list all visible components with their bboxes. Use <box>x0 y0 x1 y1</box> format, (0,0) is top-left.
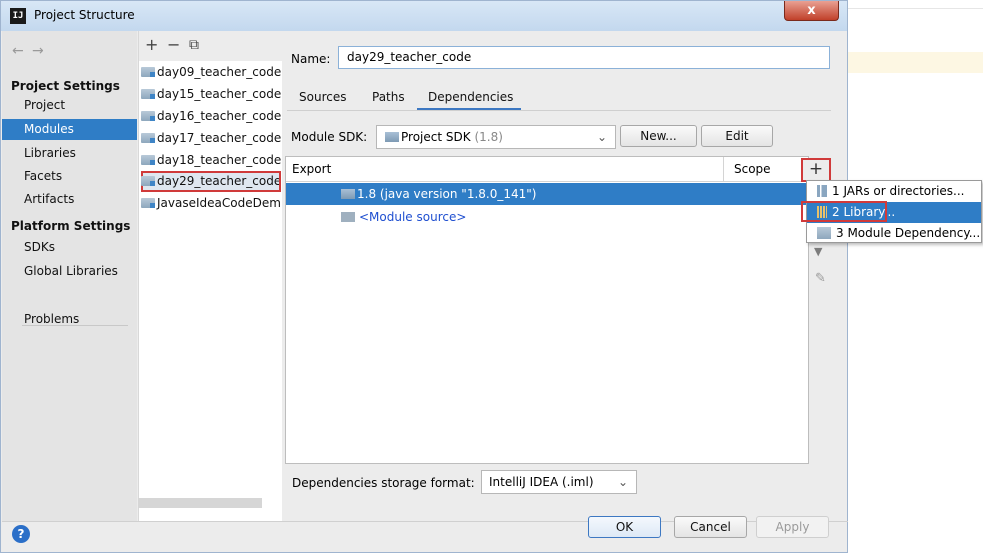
remove-module-icon[interactable]: − <box>167 35 180 54</box>
module-folder-icon <box>141 198 155 208</box>
intellij-icon: IJ <box>10 8 26 24</box>
module-folder-icon <box>141 111 155 121</box>
forward-arrow-icon[interactable]: → <box>32 43 44 59</box>
module-list-scrollbar[interactable] <box>138 498 262 508</box>
nav-item-project[interactable]: Project <box>2 95 137 116</box>
nav-item-libraries[interactable]: Libraries <box>2 143 137 164</box>
chevron-down-icon: ⌄ <box>617 475 628 489</box>
module-folder-icon <box>817 227 831 239</box>
add-module-icon[interactable]: + <box>145 35 158 54</box>
back-arrow-icon[interactable]: ← <box>12 43 24 59</box>
jdk-folder-icon <box>341 189 355 199</box>
active-tab-indicator <box>417 108 521 110</box>
module-folder-icon <box>141 155 155 165</box>
table-row-jdk[interactable]: 1.8 (java version "1.8.0_141") <box>286 183 808 205</box>
module-folder-icon <box>141 176 155 186</box>
table-row-module-source[interactable]: <Module source> <box>286 206 808 228</box>
tab-dependencies[interactable]: Dependencies <box>428 90 513 104</box>
chevron-down-icon: ⌄ <box>596 130 607 144</box>
copy-module-icon[interactable]: ⧉ <box>189 37 199 53</box>
tab-divider <box>287 110 831 111</box>
ok-button[interactable]: OK <box>588 516 661 538</box>
module-item[interactable]: day09_teacher_code <box>141 62 281 83</box>
dependencies-table: Export Scope 1.8 (java version "1.8.0_14… <box>285 156 809 464</box>
module-item[interactable]: day15_teacher_code <box>141 84 281 105</box>
source-folder-icon <box>341 212 355 222</box>
project-settings-heading: Project Settings <box>11 79 120 93</box>
column-header-export[interactable]: Export <box>286 157 724 182</box>
nav-item-modules[interactable]: Modules <box>2 119 137 140</box>
platform-settings-heading: Platform Settings <box>11 219 131 233</box>
module-item[interactable]: day16_teacher_code <box>141 106 281 127</box>
module-item[interactable]: JavaseIdeaCodeDemo <box>141 193 281 214</box>
move-down-icon[interactable]: ▼ <box>814 245 822 258</box>
module-folder-icon <box>141 67 155 77</box>
title-bar: IJ Project Structure x <box>1 1 847 31</box>
pencil-icon[interactable]: ✎ <box>815 271 826 286</box>
tab-sources[interactable]: Sources <box>299 90 346 104</box>
settings-nav: ← → Project Settings Project Modules Lib… <box>2 31 137 521</box>
module-item[interactable]: day17_teacher_code <box>141 128 281 149</box>
sdk-folder-icon <box>385 132 399 142</box>
add-dependency-button[interactable]: + <box>801 158 831 182</box>
jar-icon <box>817 185 827 197</box>
storage-format-label: Dependencies storage format: <box>292 476 475 490</box>
background-divider <box>848 8 983 9</box>
edit-sdk-button[interactable]: Edit <box>701 125 773 147</box>
column-header-scope[interactable]: Scope <box>724 157 809 182</box>
module-list: + − ⧉ day09_teacher_code day15_teacher_c… <box>138 31 283 521</box>
module-sdk-label: Module SDK: <box>291 130 368 144</box>
module-item-selected[interactable]: day29_teacher_code <box>141 171 281 192</box>
close-button[interactable]: x <box>784 1 839 21</box>
library-highlight-box <box>801 201 887 222</box>
menu-item-module-dependency[interactable]: 3 Module Dependency... <box>807 223 981 244</box>
window-title: Project Structure <box>34 8 135 22</box>
module-item[interactable]: day18_teacher_code <box>141 150 281 171</box>
project-structure-dialog: IJ Project Structure x ← → Project Setti… <box>0 0 848 553</box>
nav-item-facets[interactable]: Facets <box>2 166 137 187</box>
module-folder-icon <box>141 89 155 99</box>
module-name-input[interactable]: day29_teacher_code <box>338 46 830 69</box>
nav-item-problems[interactable]: Problems <box>2 309 137 330</box>
new-sdk-button[interactable]: New... <box>620 125 697 147</box>
module-folder-icon <box>141 133 155 143</box>
module-sdk-select[interactable]: Project SDK (1.8) ⌄ <box>376 125 616 149</box>
help-icon[interactable]: ? <box>12 525 30 543</box>
tab-paths[interactable]: Paths <box>372 90 405 104</box>
menu-item-jars[interactable]: 1 JARs or directories... <box>807 181 981 202</box>
storage-format-select[interactable]: IntelliJ IDEA (.iml) ⌄ <box>481 470 637 494</box>
nav-item-global-libraries[interactable]: Global Libraries <box>2 261 137 282</box>
cancel-button[interactable]: Cancel <box>674 516 747 538</box>
module-toolbar: + − ⧉ <box>139 31 283 61</box>
name-label: Name: <box>291 52 331 66</box>
apply-button[interactable]: Apply <box>756 516 829 538</box>
background-editor-highlight <box>848 52 983 73</box>
nav-item-artifacts[interactable]: Artifacts <box>2 189 137 210</box>
nav-item-sdks[interactable]: SDKs <box>2 237 137 258</box>
